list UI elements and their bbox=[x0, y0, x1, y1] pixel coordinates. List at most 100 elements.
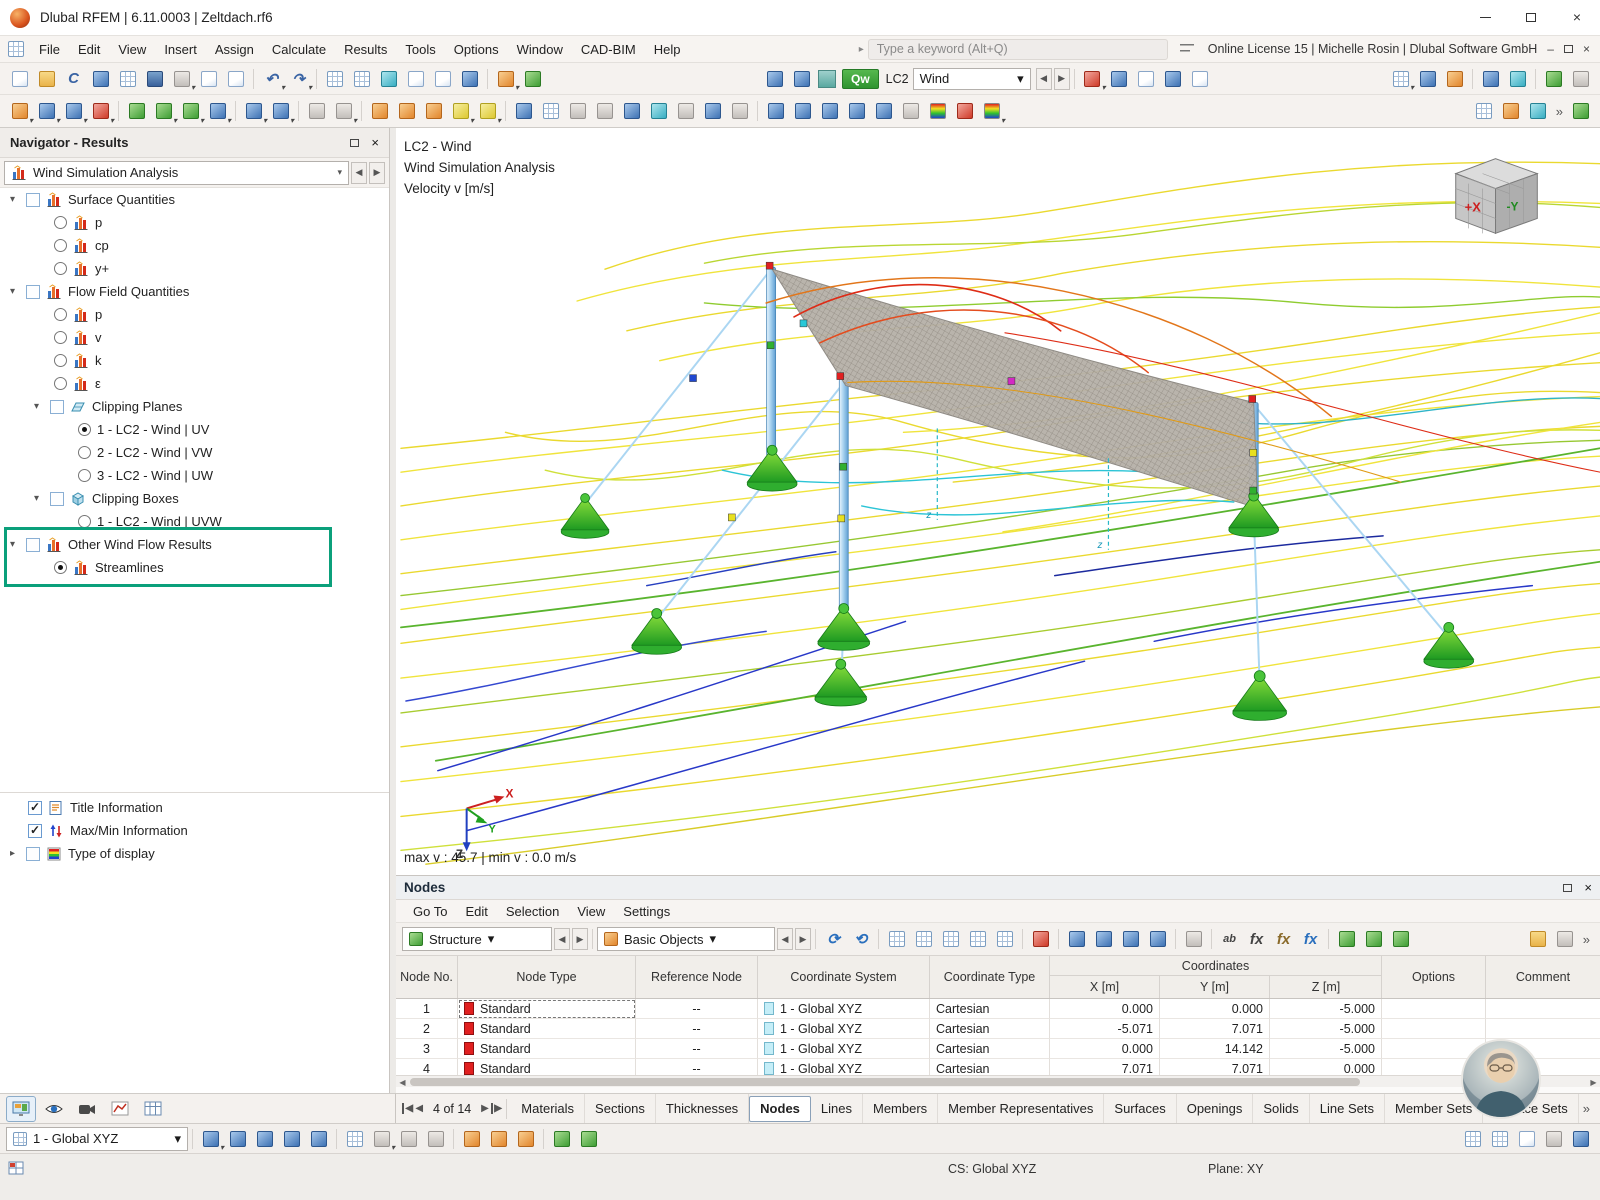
cell-z[interactable]: -5.000 bbox=[1270, 1039, 1382, 1059]
cell-y[interactable]: 0.000 bbox=[1160, 999, 1270, 1019]
status-grid-button[interactable] bbox=[1459, 1125, 1486, 1152]
table-color-button[interactable] bbox=[964, 926, 991, 953]
cell-z[interactable]: -5.000 bbox=[1270, 999, 1382, 1019]
tree-item-clipping-planes[interactable]: Clipping Planes bbox=[0, 395, 389, 418]
cell-node-type[interactable]: Standard bbox=[458, 1059, 636, 1075]
copy-move-button[interactable] bbox=[240, 98, 267, 125]
epsilon-radio[interactable] bbox=[54, 377, 67, 390]
tree-item-clip-plane-3[interactable]: 3 - LC2 - Wind | UW bbox=[0, 464, 389, 487]
flow-field-checkbox[interactable] bbox=[26, 285, 40, 299]
cell-no[interactable]: 2 bbox=[396, 1019, 458, 1039]
tab-thicknesses[interactable]: Thicknesses bbox=[656, 1094, 749, 1123]
guide-lines-button[interactable] bbox=[330, 98, 357, 125]
navigator-tab-results[interactable] bbox=[105, 1096, 135, 1122]
dimension-button[interactable] bbox=[303, 98, 330, 125]
p-surface-radio[interactable] bbox=[54, 216, 67, 229]
insert-row-button[interactable] bbox=[1063, 926, 1090, 953]
menu-settings[interactable]: Settings bbox=[614, 900, 679, 923]
doc-restore-icon[interactable] bbox=[1564, 45, 1573, 53]
table-row[interactable]: 2 Standard -- 1 - Global XYZ Cartesian -… bbox=[396, 1019, 1600, 1039]
shortcut-editor-icon[interactable] bbox=[1180, 41, 1200, 57]
horizontal-scrollbar[interactable]: ◀ ▶ bbox=[396, 1075, 1600, 1087]
new-node-button[interactable] bbox=[6, 98, 33, 125]
display-settings-button[interactable] bbox=[1567, 98, 1594, 125]
color-scale-button[interactable] bbox=[924, 98, 951, 125]
delete-row-button[interactable] bbox=[1027, 926, 1054, 953]
polar-button[interactable] bbox=[422, 1125, 449, 1152]
mesh-refine-button[interactable] bbox=[420, 98, 447, 125]
tree-item-clip-plane-2[interactable]: 2 - LC2 - Wind | VW bbox=[0, 441, 389, 464]
table-row[interactable]: 4 Standard -- 1 - Global XYZ Cartesian 7… bbox=[396, 1059, 1600, 1075]
cell-coordinate-type[interactable]: Cartesian bbox=[930, 1059, 1050, 1075]
redo-button[interactable]: ↷ bbox=[285, 65, 312, 92]
tab-materials[interactable]: Materials bbox=[511, 1094, 585, 1123]
mesh-button[interactable] bbox=[366, 98, 393, 125]
last-table-button[interactable]: ▶ bbox=[491, 1098, 503, 1120]
type-of-display-checkbox[interactable] bbox=[26, 847, 40, 861]
tree-item-clip-plane-1[interactable]: 1 - LC2 - Wind | UV bbox=[0, 418, 389, 441]
scroll-left-icon[interactable]: ◀ bbox=[396, 1076, 409, 1088]
prev-table-group-button[interactable]: ◀ bbox=[554, 928, 570, 950]
tree-item-p-flow[interactable]: p bbox=[0, 303, 389, 326]
cell-options[interactable] bbox=[1382, 1019, 1486, 1039]
table-info-button[interactable] bbox=[1552, 926, 1579, 953]
search-expand-icon[interactable]: ▸ bbox=[859, 44, 864, 55]
qw-load-button[interactable]: Qw bbox=[842, 69, 879, 89]
collapse-icon[interactable] bbox=[34, 401, 44, 412]
tab-member-representatives[interactable]: Member Representatives bbox=[938, 1094, 1104, 1123]
section-button[interactable] bbox=[375, 65, 402, 92]
menu-edit[interactable]: Edit bbox=[69, 36, 109, 63]
clip-plane-1-radio[interactable] bbox=[78, 423, 91, 436]
cell-coordinate-system[interactable]: 1 - Global XYZ bbox=[758, 1019, 930, 1039]
result-values-button[interactable] bbox=[1187, 65, 1214, 92]
copy-button[interactable] bbox=[195, 65, 222, 92]
scroll-right-icon[interactable]: ▶ bbox=[1587, 1076, 1600, 1088]
collapse-icon[interactable] bbox=[34, 493, 44, 504]
cell-no[interactable]: 4 bbox=[396, 1059, 458, 1075]
status-monitor-button[interactable] bbox=[1540, 1125, 1567, 1152]
report-button[interactable] bbox=[222, 65, 249, 92]
minimize-button[interactable] bbox=[1462, 0, 1508, 35]
table-toolbar-overflow-icon[interactable]: » bbox=[1579, 932, 1594, 947]
menu-view-table[interactable]: View bbox=[568, 900, 614, 923]
prev-result-button[interactable]: ◀ bbox=[351, 162, 367, 184]
object-category-combo[interactable]: Basic Objects ▾ bbox=[597, 927, 775, 951]
table-manager-button[interactable] bbox=[348, 65, 375, 92]
new-line-button[interactable] bbox=[33, 98, 60, 125]
doc-minimize-icon[interactable]: – bbox=[1547, 42, 1554, 56]
loads-off-button[interactable] bbox=[788, 65, 815, 92]
red-pin-button[interactable] bbox=[951, 98, 978, 125]
cell-y[interactable]: 14.142 bbox=[1160, 1039, 1270, 1059]
snap-perp-button[interactable] bbox=[278, 1125, 305, 1152]
next-category-button[interactable]: ▶ bbox=[795, 928, 811, 950]
panel-button[interactable] bbox=[114, 65, 141, 92]
coordinate-system-combo[interactable]: 1 - Global XYZ ▾ bbox=[6, 1127, 188, 1151]
menu-edit-table[interactable]: Edit bbox=[456, 900, 496, 923]
snap-int-button[interactable] bbox=[305, 1125, 332, 1152]
menu-tools[interactable]: Tools bbox=[396, 36, 444, 63]
other-wind-flow-checkbox[interactable] bbox=[26, 538, 40, 552]
export-excel-button[interactable] bbox=[1360, 926, 1387, 953]
status-table-button[interactable] bbox=[1486, 1125, 1513, 1152]
legend-button[interactable] bbox=[978, 98, 1005, 125]
cell-coordinate-system[interactable]: 1 - Global XYZ bbox=[758, 999, 930, 1019]
cell-x[interactable]: 7.071 bbox=[1050, 1059, 1160, 1075]
slope-button[interactable] bbox=[726, 98, 753, 125]
cell-x[interactable]: -5.071 bbox=[1050, 1019, 1160, 1039]
table-select-button[interactable] bbox=[937, 926, 964, 953]
rename-button[interactable]: ab bbox=[1216, 926, 1243, 953]
cell-z[interactable]: -5.000 bbox=[1270, 1019, 1382, 1039]
render-button[interactable] bbox=[1540, 65, 1567, 92]
cell-options[interactable] bbox=[1382, 999, 1486, 1019]
close-button[interactable]: × bbox=[1554, 0, 1600, 35]
streamlines-radio[interactable] bbox=[54, 561, 67, 574]
snap-node-button[interactable] bbox=[197, 1125, 224, 1152]
menu-cad-bim[interactable]: CAD-BIM bbox=[572, 36, 645, 63]
viewport-3d[interactable]: z z X Y Z +X -Y LC2 - Wind Wind Simul bbox=[396, 128, 1600, 875]
menu-file[interactable]: File bbox=[30, 36, 69, 63]
tree-item-y-plus[interactable]: y+ bbox=[0, 257, 389, 280]
navigator-float-icon[interactable] bbox=[350, 139, 359, 147]
settings-button[interactable] bbox=[87, 65, 114, 92]
scrollbar-thumb[interactable] bbox=[410, 1078, 1360, 1086]
save-button[interactable] bbox=[141, 65, 168, 92]
